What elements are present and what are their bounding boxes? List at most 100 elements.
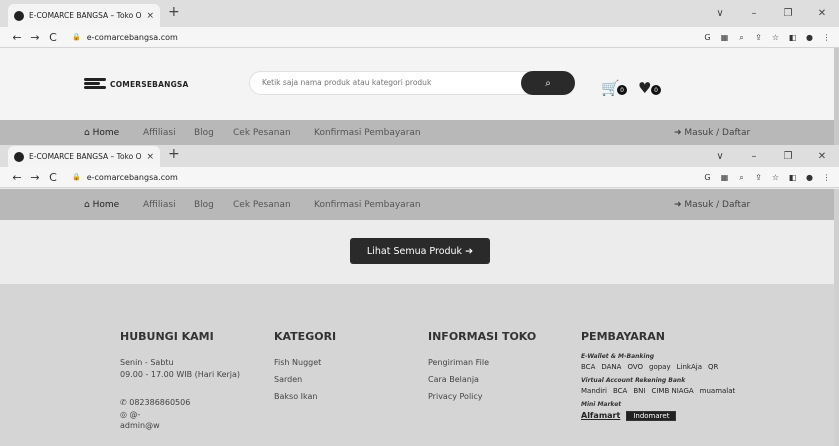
nav-home[interactable]: ⌂ Home	[84, 128, 119, 138]
footer-categories: KATEGORI Fish Nugget Sarden Bakso Ikan	[274, 330, 336, 402]
info-cara-belanja[interactable]: Cara Belanja	[428, 374, 536, 385]
heart-icon: ♥	[638, 79, 652, 97]
browser-window-bottom: E-COMARCE BANGSA – Toko On × + ∨ – ❐ ✕ ←…	[0, 145, 839, 188]
tab-title: E-COMARCE BANGSA – Toko On	[29, 152, 143, 161]
minimize-button[interactable]: –	[737, 8, 771, 19]
home-icon: ⌂	[84, 199, 90, 210]
tab-search-button[interactable]: ∨	[703, 8, 737, 19]
share-icon[interactable]: ⇪	[750, 173, 767, 182]
nav-blog[interactable]: Blog	[194, 200, 214, 210]
ewallet-logos: BCA DANA OVO gopay LinkAja QR	[581, 363, 741, 371]
profile-icon[interactable]: ●	[801, 33, 818, 42]
category-bakso-ikan[interactable]: Bakso Ikan	[274, 391, 336, 402]
browser-tab-2[interactable]: E-COMARCE BANGSA – Toko On ×	[8, 146, 160, 167]
scrollbar-top[interactable]	[834, 48, 839, 145]
back-button[interactable]: ←	[8, 171, 26, 184]
mandiri-logo: Mandiri	[581, 387, 607, 395]
muamalat-logo: muamalat	[699, 387, 736, 395]
ovo-logo: OVO	[627, 363, 644, 371]
back-button[interactable]: ←	[8, 31, 26, 44]
indomaret-logo: Indomaret	[626, 411, 677, 421]
logo-text: COMERSEBANGSA	[110, 79, 189, 89]
bni-logo: BNI	[633, 387, 646, 395]
search-icon: ⌕	[545, 77, 551, 89]
nav-cek-pesanan[interactable]: Cek Pesanan	[233, 128, 291, 138]
nav-affiliasi[interactable]: Affiliasi	[143, 128, 176, 138]
category-fish-nugget[interactable]: Fish Nugget	[274, 357, 336, 368]
tab-close-icon[interactable]: ×	[146, 11, 154, 21]
bca-logo: BCA	[581, 363, 596, 371]
google-icon[interactable]: G	[699, 173, 716, 182]
restore-button[interactable]: ❐	[771, 151, 805, 162]
close-window-button[interactable]: ✕	[805, 8, 839, 19]
categories-title: KATEGORI	[274, 330, 337, 343]
reload-button[interactable]: C	[44, 171, 62, 184]
nav-login[interactable]: ➜ Masuk / Daftar	[674, 128, 750, 138]
payment-title: PEMBAYARAN	[581, 330, 665, 343]
nav-cek-pesanan[interactable]: Cek Pesanan	[233, 200, 291, 210]
category-sarden[interactable]: Sarden	[274, 374, 336, 385]
nav-konfirmasi[interactable]: Konfirmasi Pembayaran	[314, 200, 421, 210]
sidepanel-icon[interactable]: ◧	[784, 33, 801, 42]
contact-instagram[interactable]: ◎ @-	[120, 409, 240, 420]
info-title: INFORMASI TOKO	[428, 330, 537, 343]
nav-home[interactable]: ⌂ Home	[84, 200, 119, 210]
tab-search-button[interactable]: ∨	[703, 151, 737, 162]
reload-button[interactable]: C	[44, 31, 62, 44]
browser-tab[interactable]: E-COMARCE BANGSA – Toko On ×	[8, 4, 160, 27]
contact-email[interactable]: admin@w	[120, 420, 240, 431]
alfamart-logo: Alfamart	[581, 411, 621, 420]
search-box: ⌕	[249, 71, 575, 95]
nav-konfirmasi[interactable]: Konfirmasi Pembayaran	[314, 128, 421, 138]
window-controls: ∨ – ❐ ✕	[703, 145, 839, 167]
contact-title: HUBUNGI KAMI	[120, 330, 214, 343]
main-nav: ⌂ Home Affiliasi Blog Cek Pesanan Konfir…	[0, 120, 839, 145]
new-tab-button[interactable]: +	[168, 4, 180, 20]
tab-title: E-COMARCE BANGSA – Toko On	[29, 11, 143, 20]
menu-icon[interactable]: ⋮	[818, 173, 835, 182]
address-bar: ← → C 🔒 e-comarcebangsa.com G ▦ ⌕ ⇪ ☆ ◧ …	[0, 27, 839, 48]
close-window-button[interactable]: ✕	[805, 151, 839, 162]
translate-icon[interactable]: ▦	[716, 33, 733, 42]
contact-hours: 09.00 - 17.00 WIB (Hari Kerja)	[120, 370, 241, 379]
dana-logo: DANA	[601, 363, 622, 371]
all-products-button[interactable]: Lihat Semua Produk ➔	[350, 238, 490, 264]
forward-button[interactable]: →	[26, 31, 44, 44]
wishlist-button[interactable]: ♥ 0	[638, 79, 661, 97]
info-pengiriman[interactable]: Pengiriman File	[428, 357, 536, 368]
nav-affiliasi[interactable]: Affiliasi	[143, 200, 176, 210]
share-icon[interactable]: ⇪	[750, 33, 767, 42]
sidepanel-icon[interactable]: ◧	[784, 173, 801, 182]
url-field[interactable]: 🔒 e-comarcebangsa.com	[72, 33, 178, 42]
login-icon: ➜	[674, 199, 682, 210]
new-tab-button[interactable]: +	[168, 146, 180, 162]
zoom-icon[interactable]: ⌕	[733, 33, 750, 43]
translate-icon[interactable]: ▦	[716, 173, 733, 182]
contact-days: Senin - Sabtu	[120, 358, 174, 367]
lock-icon: 🔒	[72, 33, 81, 41]
search-input[interactable]	[262, 78, 512, 87]
bookmark-star-icon[interactable]: ☆	[767, 33, 784, 42]
contact-phone[interactable]: ✆ 082386860506	[120, 397, 240, 408]
footer-info: INFORMASI TOKO Pengiriman File Cara Bela…	[428, 330, 536, 402]
nav-login[interactable]: ➜ Masuk / Daftar	[674, 200, 750, 210]
bookmark-star-icon[interactable]: ☆	[767, 173, 784, 182]
tab-close-icon[interactable]: ×	[146, 152, 154, 162]
search-button[interactable]: ⌕	[521, 71, 575, 95]
cimb-logo: CIMB NIAGA	[651, 387, 694, 395]
minimize-button[interactable]: –	[737, 151, 771, 162]
restore-button[interactable]: ❐	[771, 8, 805, 19]
info-privacy[interactable]: Privacy Policy	[428, 391, 536, 402]
nav-blog[interactable]: Blog	[194, 128, 214, 138]
cart-button[interactable]: 🛒 0	[601, 79, 627, 97]
site-logo[interactable]: COMERSEBANGSA	[84, 78, 189, 90]
address-bar-2: ← → C 🔒 e-comarcebangsa.com G ▦ ⌕ ⇪ ☆ ◧ …	[0, 167, 839, 188]
scrollbar-bottom[interactable]	[834, 189, 839, 446]
menu-icon[interactable]: ⋮	[818, 33, 835, 42]
url-field[interactable]: 🔒 e-comarcebangsa.com	[72, 173, 178, 182]
browser-window-top: E-COMARCE BANGSA – Toko On × + ∨ – ❐ ✕ ←…	[0, 0, 839, 48]
profile-icon[interactable]: ●	[801, 173, 818, 182]
google-icon[interactable]: G	[699, 33, 716, 42]
forward-button[interactable]: →	[26, 171, 44, 184]
zoom-icon[interactable]: ⌕	[733, 173, 750, 183]
